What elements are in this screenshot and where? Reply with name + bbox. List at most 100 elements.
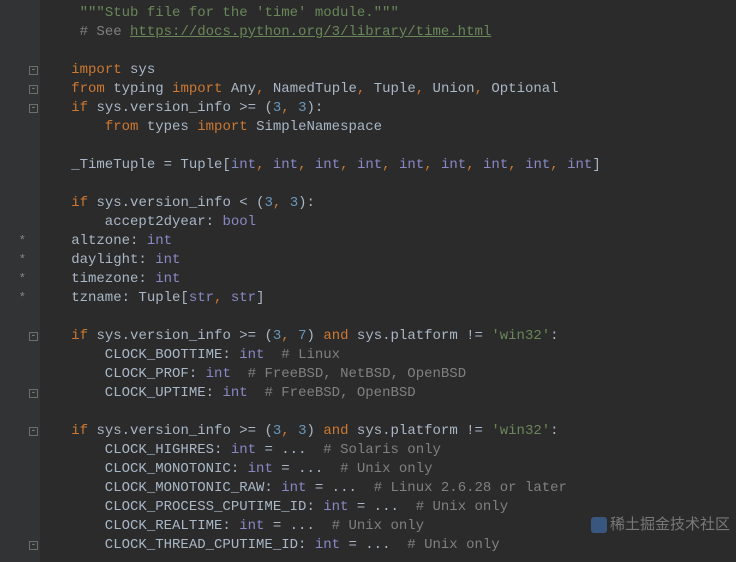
code-line[interactable]: from types import SimpleNamespace	[46, 118, 601, 137]
token-builtin: int	[315, 537, 340, 553]
token-plain: types	[147, 119, 197, 135]
token-plain: altzone:	[46, 233, 147, 249]
code-line[interactable]	[46, 42, 601, 61]
code-line[interactable]: import sys	[46, 61, 601, 80]
token-builtin: int	[231, 442, 256, 458]
code-line[interactable]: if sys.version_info < (3, 3):	[46, 194, 601, 213]
token-plain: )	[307, 423, 324, 439]
code-line[interactable]: CLOCK_THREAD_CPUTIME_ID: int = ... # Uni…	[46, 536, 601, 555]
token-cmt: # Unix only	[416, 499, 508, 515]
code-line[interactable]: if sys.version_info >= (3, 7) and sys.pl…	[46, 327, 601, 346]
gutter-line	[0, 498, 40, 517]
gutter-line	[0, 4, 40, 23]
code-line[interactable]: CLOCK_REALTIME: int = ... # Unix only	[46, 517, 601, 536]
token-num: 7	[298, 328, 306, 344]
token-builtin: int	[248, 461, 273, 477]
token-plain: daylight:	[46, 252, 155, 268]
token-kw: import	[172, 81, 231, 97]
token-cmt: # Linux	[281, 347, 340, 363]
token-kw: if	[71, 100, 96, 116]
token-plain: tzname: Tuple[	[46, 290, 189, 306]
token-plain: = ...	[306, 480, 373, 496]
token-plain	[248, 385, 265, 401]
fold-toggle-icon[interactable]: -	[29, 332, 38, 341]
token-kw: ,	[416, 81, 433, 97]
code-line[interactable]: timezone: int	[46, 270, 601, 289]
token-kw: and	[323, 423, 357, 439]
gutter-line: *	[0, 251, 40, 270]
fold-toggle-icon[interactable]: -	[29, 389, 38, 398]
token-plain: typing	[113, 81, 172, 97]
code-line[interactable]: if sys.version_info >= (3, 3):	[46, 99, 601, 118]
code-line[interactable]: """Stub file for the 'time' module."""	[46, 4, 601, 23]
editor-gutter: ---****----	[0, 0, 40, 562]
code-editor[interactable]: ---****---- """Stub file for the 'time' …	[0, 0, 736, 562]
token-kw: import	[71, 62, 130, 78]
token-link: https://docs.python.org/3/library/time.h…	[130, 24, 491, 40]
token-plain	[46, 62, 71, 78]
token-kw: from	[71, 81, 113, 97]
gutter-line: *	[0, 270, 40, 289]
gutter-line: -	[0, 384, 40, 403]
code-line[interactable]: CLOCK_PROCESS_CPUTIME_ID: int = ... # Un…	[46, 498, 601, 517]
code-line[interactable]: altzone: int	[46, 232, 601, 251]
token-plain	[46, 195, 71, 211]
fold-toggle-icon[interactable]: -	[29, 66, 38, 75]
code-line[interactable]: CLOCK_HIGHRES: int = ... # Solaris only	[46, 441, 601, 460]
token-plain: Union	[433, 81, 475, 97]
token-plain	[46, 81, 71, 97]
token-kw: ,	[382, 157, 399, 173]
token-plain: ):	[307, 100, 324, 116]
modified-marker-icon: *	[19, 251, 26, 270]
code-line[interactable]: _TimeTuple = Tuple[int, int, int, int, i…	[46, 156, 601, 175]
token-plain: :	[550, 423, 558, 439]
code-line[interactable]: CLOCK_MONOTONIC_RAW: int = ... # Linux 2…	[46, 479, 601, 498]
token-plain: CLOCK_REALTIME:	[46, 518, 239, 534]
token-kw: ,	[508, 157, 525, 173]
token-num: 3	[264, 195, 272, 211]
gutter-line	[0, 175, 40, 194]
watermark: 稀土掘金技术社区	[591, 515, 730, 534]
gutter-line	[0, 137, 40, 156]
code-line[interactable]: from typing import Any, NamedTuple, Tupl…	[46, 80, 601, 99]
code-line[interactable]	[46, 175, 601, 194]
token-builtin: int	[315, 157, 340, 173]
fold-toggle-icon[interactable]: -	[29, 541, 38, 550]
code-line[interactable]	[46, 137, 601, 156]
code-line[interactable]	[46, 403, 601, 422]
code-line[interactable]	[46, 308, 601, 327]
token-builtin: int	[273, 157, 298, 173]
token-plain: sys.version_info >= (	[96, 100, 272, 116]
token-plain: sys.platform !=	[357, 423, 491, 439]
gutter-line: -	[0, 61, 40, 80]
token-builtin: int	[155, 271, 180, 287]
code-line[interactable]: CLOCK_UPTIME: int # FreeBSD, OpenBSD	[46, 384, 601, 403]
token-cmt: # Unix only	[332, 518, 424, 534]
token-builtin: int	[239, 518, 264, 534]
gutter-line	[0, 118, 40, 137]
code-line[interactable]: CLOCK_BOOTTIME: int # Linux	[46, 346, 601, 365]
gutter-line: -	[0, 99, 40, 118]
fold-toggle-icon[interactable]: -	[29, 427, 38, 436]
token-cmt: # FreeBSD, NetBSD, OpenBSD	[248, 366, 466, 382]
watermark-icon	[591, 517, 607, 533]
editor-code-area[interactable]: """Stub file for the 'time' module.""" #…	[40, 0, 601, 562]
code-line[interactable]: CLOCK_MONOTONIC: int = ... # Unix only	[46, 460, 601, 479]
token-plain: CLOCK_UPTIME:	[46, 385, 222, 401]
token-cmt: # Solaris only	[323, 442, 441, 458]
fold-toggle-icon[interactable]: -	[29, 104, 38, 113]
token-cmt: # Linux 2.6.28 or later	[374, 480, 567, 496]
code-line[interactable]: # See https://docs.python.org/3/library/…	[46, 23, 601, 42]
gutter-line	[0, 403, 40, 422]
token-plain: timezone:	[46, 271, 155, 287]
token-kw: ,	[256, 157, 273, 173]
token-kw: ,	[466, 157, 483, 173]
code-line[interactable]: tzname: Tuple[str, str]	[46, 289, 601, 308]
code-line[interactable]: CLOCK_PROF: int # FreeBSD, NetBSD, OpenB…	[46, 365, 601, 384]
code-line[interactable]: if sys.version_info >= (3, 3) and sys.pl…	[46, 422, 601, 441]
code-line[interactable]: daylight: int	[46, 251, 601, 270]
code-line[interactable]: accept2dyear: bool	[46, 213, 601, 232]
token-kw: ,	[281, 423, 298, 439]
token-plain: sys.version_info >= (	[96, 423, 272, 439]
fold-toggle-icon[interactable]: -	[29, 85, 38, 94]
